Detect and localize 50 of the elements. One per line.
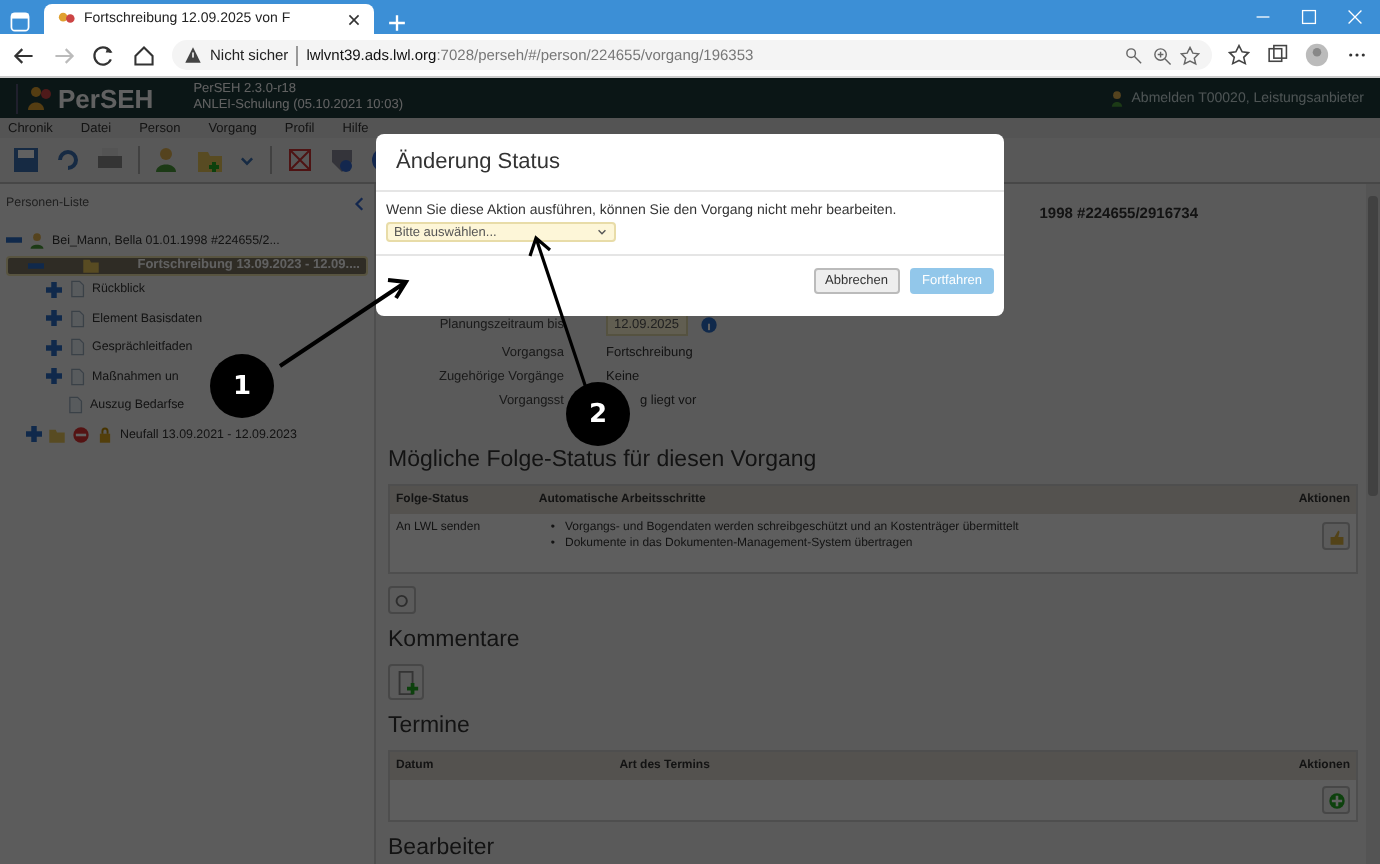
person-search-icon bbox=[154, 146, 182, 174]
scrollbar[interactable] bbox=[1366, 184, 1380, 864]
arrow bbox=[278, 278, 410, 368]
plus-icon bbox=[1327, 791, 1345, 809]
zoom-icon bbox=[1152, 45, 1172, 65]
collapse-icon[interactable] bbox=[6, 232, 22, 249]
expand-icon[interactable] bbox=[46, 339, 62, 356]
maximize-icon bbox=[1300, 8, 1318, 26]
section-heading: Termine bbox=[388, 714, 472, 740]
people-icon bbox=[26, 84, 54, 112]
back-icon bbox=[12, 43, 36, 67]
expand-icon[interactable] bbox=[46, 368, 62, 385]
collapse-icon[interactable] bbox=[28, 257, 44, 273]
person-icon bbox=[28, 231, 46, 250]
thumbs-up-button[interactable] bbox=[1322, 522, 1350, 550]
scrollbar-thumb[interactable] bbox=[1368, 196, 1378, 496]
user-icon bbox=[1107, 89, 1126, 107]
expand-icon[interactable] bbox=[46, 310, 62, 327]
folder-icon bbox=[48, 425, 66, 444]
dialog-title: Änderung Status bbox=[376, 134, 1004, 192]
section-heading: Mögliche Folge-Status für diesen Vorgang bbox=[388, 448, 819, 474]
folder-icon bbox=[81, 256, 100, 274]
section-heading: Kommentare bbox=[388, 628, 522, 654]
lock-icon bbox=[96, 425, 114, 444]
add-button[interactable] bbox=[1322, 786, 1350, 814]
save-icon bbox=[12, 146, 40, 174]
reload-icon bbox=[92, 43, 116, 67]
section-heading: Bearbeiter bbox=[388, 836, 497, 862]
people-icon bbox=[56, 9, 76, 29]
undo-icon bbox=[54, 146, 82, 174]
expand-icon[interactable] bbox=[46, 281, 62, 298]
app-logo: PerSEH bbox=[58, 83, 154, 113]
shield-info-icon bbox=[328, 146, 356, 174]
close-icon bbox=[1346, 8, 1364, 26]
expand-icon[interactable] bbox=[26, 426, 42, 443]
thumbs-up-icon bbox=[1327, 527, 1345, 545]
add-document-icon bbox=[393, 669, 419, 695]
favorites-icon bbox=[1228, 44, 1250, 66]
forward-icon bbox=[52, 43, 76, 67]
folder-add-icon bbox=[196, 146, 224, 174]
home-icon bbox=[132, 43, 156, 67]
favorite-add-icon bbox=[1180, 45, 1200, 65]
profile-icon bbox=[1304, 42, 1330, 68]
collections-icon bbox=[1266, 44, 1288, 66]
warning-icon bbox=[184, 46, 202, 64]
collapse-sidebar-icon bbox=[352, 196, 368, 212]
add-comment-button[interactable] bbox=[388, 664, 424, 700]
no-entry-icon bbox=[72, 425, 90, 444]
close-icon bbox=[346, 11, 362, 27]
chevron-icon bbox=[596, 226, 608, 238]
